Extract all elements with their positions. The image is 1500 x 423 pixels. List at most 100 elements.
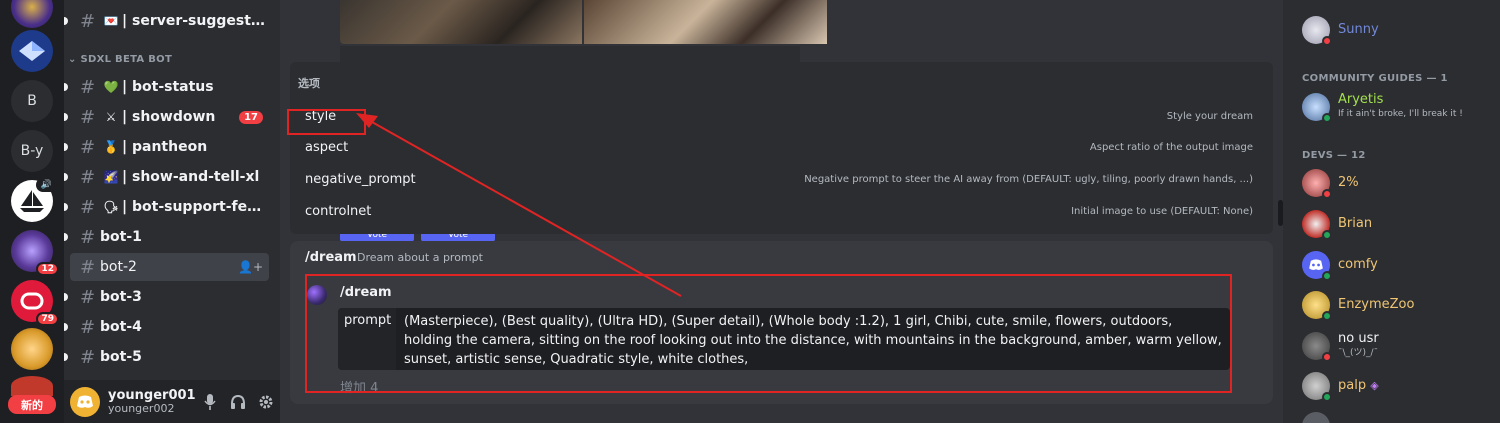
option-description: Negative prompt to steer the AI away fro… <box>804 173 1253 185</box>
server-label: B-y <box>20 143 44 159</box>
member-name: Aryetis <box>1338 92 1384 107</box>
member-status-text: ¯\_(ツ)_/¯ <box>1338 348 1379 358</box>
server-icon-3[interactable]: B <box>11 80 53 122</box>
channel-showdown[interactable]: # ⚔ | showdown 17 <box>64 103 269 131</box>
hash-icon: # <box>80 316 96 338</box>
channel-name: bot-5 <box>100 349 142 365</box>
option-description: Initial image to use (DEFAULT: None) <box>1071 205 1253 217</box>
hash-icon: # <box>80 166 96 188</box>
avatar <box>1302 412 1330 423</box>
member-palp[interactable]: palp ◈ <box>1302 370 1379 402</box>
generated-image-1[interactable] <box>340 0 582 44</box>
member-name: Brian <box>1338 216 1373 231</box>
mention-badge: 17 <box>239 110 263 124</box>
avatar <box>1302 169 1332 199</box>
unread-indicator <box>64 323 68 331</box>
unread-indicator <box>64 173 68 181</box>
category-header[interactable]: ⌄ SDXL BETA BOT <box>68 54 172 65</box>
status-online-icon <box>1322 271 1332 281</box>
headphones-icon[interactable] <box>224 388 252 416</box>
status-dnd-icon <box>1322 352 1332 362</box>
generated-image-2[interactable] <box>584 0 827 44</box>
member-name: 2% <box>1338 175 1359 190</box>
channel-name: | show-and-tell-xl <box>122 169 260 185</box>
microphone-icon[interactable] <box>196 388 224 416</box>
member-no-usr[interactable]: no usr ¯\_(ツ)_/¯ <box>1302 330 1379 362</box>
server-icon-5[interactable]: 🔊 <box>11 178 57 222</box>
channel-bot-support-feedback[interactable]: # 🗣 | bot-support-feedb... <box>64 193 269 221</box>
member-name: EnzymeZoo <box>1338 297 1415 312</box>
discord-logo-icon <box>77 395 93 408</box>
member-enzymezoo[interactable]: EnzymeZoo <box>1302 289 1414 321</box>
channel-name: bot-3 <box>100 289 142 305</box>
option-style[interactable]: style Style your dream <box>290 101 1273 131</box>
status-dnd-icon <box>1322 36 1332 46</box>
avatar[interactable] <box>70 386 100 417</box>
server-icon-2[interactable] <box>11 30 53 72</box>
options-header: 选项 <box>298 77 320 90</box>
channel-bot-status[interactable]: # 💚 | bot-status <box>64 73 269 101</box>
hash-icon: # <box>80 10 96 32</box>
channel-show-and-tell-xl[interactable]: # 🌠 | show-and-tell-xl <box>64 163 269 191</box>
member-aryetis[interactable]: Aryetis If it ain't broke, I'll break it… <box>1302 91 1463 123</box>
channel-pantheon[interactable]: # 🥇 | pantheon <box>64 133 269 161</box>
channel-emoji: 💌 <box>103 14 119 28</box>
server-icon-8[interactable] <box>11 328 53 370</box>
channel-emoji: 🥇 <box>103 140 119 154</box>
diamond-icon <box>19 41 45 61</box>
user-names[interactable]: younger001 younger002 <box>108 389 196 415</box>
channel-name: | bot-support-feedb... <box>122 199 269 215</box>
member-name: palp ◈ <box>1338 379 1379 393</box>
option-name: aspect <box>305 139 349 155</box>
member-sunny[interactable]: Sunny <box>1302 14 1379 46</box>
add-member-icon[interactable]: 👤+ <box>238 260 263 274</box>
channel-server-suggestions[interactable]: # 💌 | server-suggestions <box>64 7 269 35</box>
member-comfy[interactable]: comfy <box>1302 249 1378 281</box>
speaker-icon: 🔊 <box>35 178 57 192</box>
user-panel: younger001 younger002 <box>64 380 280 423</box>
option-negative-prompt[interactable]: negative_prompt Negative prompt to steer… <box>290 164 1273 194</box>
channel-emoji: 💚 <box>103 80 119 94</box>
channel-bot-5[interactable]: # bot-5 <box>64 343 269 371</box>
new-badge[interactable]: 新的 <box>8 395 56 414</box>
member-name-text: palp <box>1338 378 1367 393</box>
server-icon-1[interactable] <box>11 0 53 28</box>
gear-icon[interactable] <box>252 388 280 416</box>
unread-indicator <box>64 17 68 25</box>
channel-bot-1[interactable]: # bot-1 <box>64 223 269 251</box>
server-icon-7[interactable]: 79 <box>11 280 59 326</box>
hash-icon: # <box>80 136 96 158</box>
member-2pct[interactable]: 2% <box>1302 167 1359 199</box>
hash-icon: # <box>80 226 96 248</box>
option-description: Style your dream <box>1166 110 1253 122</box>
discord-logo-icon <box>1309 259 1323 270</box>
server-icon-4[interactable]: B-y <box>11 130 53 172</box>
unread-indicator <box>64 353 68 361</box>
status-online-icon <box>1322 311 1332 321</box>
hash-icon: # <box>80 346 96 368</box>
unread-indicator <box>64 233 68 241</box>
status-dnd-icon <box>1322 189 1332 199</box>
channel-bot-4[interactable]: # bot-4 <box>64 313 269 341</box>
member-name: no usr <box>1338 331 1379 346</box>
avatar <box>1302 210 1332 240</box>
unread-indicator <box>64 83 68 91</box>
server-icon-9[interactable] <box>11 376 53 396</box>
status-online-icon <box>1322 392 1332 402</box>
server-icon-6[interactable]: 12 <box>11 230 59 276</box>
option-name: negative_prompt <box>305 171 416 187</box>
avatar <box>1302 16 1332 46</box>
channel-bot-3[interactable]: # bot-3 <box>64 283 269 311</box>
avatar <box>1302 291 1332 321</box>
channel-name: | server-suggestions <box>122 13 269 29</box>
hash-icon: # <box>80 286 96 308</box>
channel-bot-2[interactable]: # bot-2 👤+ <box>70 253 269 281</box>
boost-icon: ◈ <box>1370 379 1379 392</box>
avatar <box>1302 93 1332 123</box>
hash-icon: # <box>80 106 96 128</box>
option-aspect[interactable]: aspect Aspect ratio of the output image <box>290 132 1273 162</box>
member-brian[interactable]: Brian <box>1302 208 1372 240</box>
option-controlnet[interactable]: controlnet Initial image to use (DEFAULT… <box>290 196 1273 226</box>
member-name: comfy <box>1338 257 1378 272</box>
member-list: Sunny COMMUNITY GUIDES — 1 Aryetis If it… <box>1283 0 1500 423</box>
